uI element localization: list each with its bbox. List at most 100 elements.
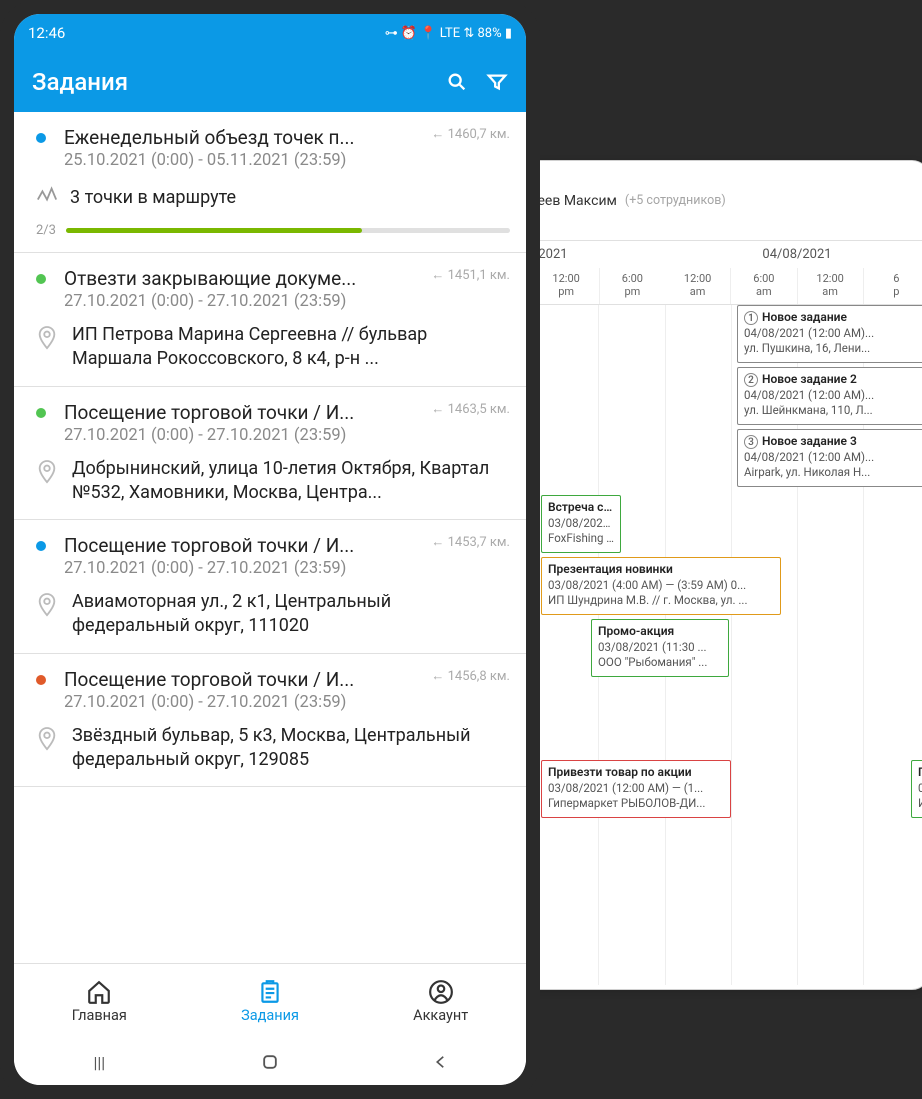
task-date-range: 27.10.2021 (0:00) - 27.10.2021 (23:59) [64,559,413,578]
schedule-event[interactable]: П 0 И [911,760,922,818]
android-home-icon[interactable] [258,1050,282,1074]
task-list[interactable]: Еженедельный объезд точек п... 25.10.202… [14,112,526,963]
task-distance: 1451,1 км. [431,267,510,283]
event-title: Встреча с ... [548,499,614,515]
event-title: 3Новое задание 3 [744,433,920,449]
user-more: (+5 сотрудников) [625,193,726,208]
event-location: ул. Пушкина, 16, Лени... [744,341,920,357]
progress-label: 2/3 [36,223,56,238]
time-cell: 12:00am [665,268,731,304]
task-distance: 1460,7 км. [431,126,510,142]
phone-screen: 12:46 ⊶ ⏰ 📍 LTE ⇅ 88% ▮ Задания Еженедел… [14,14,526,1085]
status-dot [36,541,46,551]
event-date: 04/08/2021 (12:00 AM)... [744,450,920,466]
task-location: Авиамоторная ул., 2 к1, Центральный феде… [72,590,510,639]
task-title: Посещение торговой точки / И... [64,668,413,691]
nav-home-label: Главная [72,1007,127,1024]
task-title: Еженедельный объезд точек п... [64,126,413,149]
event-date: 03/08/2021 (4:00 AM) — (3:59 AM) 0... [548,578,774,594]
status-dot [36,675,46,685]
task-date-range: 27.10.2021 (0:00) - 27.10.2021 (23:59) [64,426,413,445]
event-title: Презентация новинки [548,561,774,577]
schedule-event[interactable]: 1Новое задание 04/08/2021 (12:00 AM)... … [737,305,922,363]
time-cell: 6:00pm [600,268,665,304]
event-title: П [918,764,922,780]
task-date-range: 27.10.2021 (0:00) - 27.10.2021 (23:59) [64,292,413,311]
task-title: Посещение торговой точки / И... [64,401,413,424]
schedule-event[interactable]: Презентация новинки 03/08/2021 (4:00 AM)… [541,557,781,615]
status-time: 12:46 [28,24,65,42]
event-date: 03/08/2021 (12:00 AM) — (1... [548,781,724,797]
event-location: И [918,796,922,812]
nav-account[interactable]: Аккаунт [355,964,526,1039]
event-date: 04/08/2021 (12:00 AM)... [744,388,920,404]
route-text: 3 точки в маршруте [70,187,236,208]
task-item[interactable]: Посещение торговой точки / И... 27.10.20… [14,654,526,788]
task-title: Посещение торговой точки / И... [64,534,413,557]
task-item[interactable]: Посещение торговой точки / И... 27.10.20… [14,520,526,654]
time-cell: 12:00am [798,268,864,304]
event-location: Airpark, ул. Николая Н... [744,465,920,481]
date-label: 04/08/2021 [665,241,922,268]
task-item[interactable]: Еженедельный объезд точек п... 25.10.202… [14,112,526,253]
location-pin-icon [36,592,58,622]
status-dot [36,274,46,284]
location-pin-icon [36,726,58,756]
bottom-nav: Главная Задания Аккаунт [14,963,526,1039]
event-date: 0 [918,781,922,797]
event-title: Привезти товар по акции [548,764,724,780]
page-title: Задания [32,68,428,96]
task-item[interactable]: Посещение торговой точки / И... 27.10.20… [14,387,526,521]
time-cell: 12:00pm [534,268,600,304]
task-location: Добрынинский, улица 10-летия Октября, Кв… [72,457,510,506]
status-indicators: ⊶ ⏰ 📍 LTE ⇅ 88% ▮ [385,26,512,41]
event-date: 03/08/2021 (11:30 ... [598,640,722,656]
nav-home[interactable]: Главная [14,964,185,1039]
event-title: Промо-акция [598,623,722,639]
task-distance: 1453,7 км. [431,534,510,550]
nav-tasks-label: Задания [241,1007,299,1024]
nav-account-label: Аккаунт [413,1007,468,1024]
event-number: 3 [744,435,758,449]
event-location: ИП Шундрина М.В. // г. Москва, ул. ... [548,593,774,609]
progress-bar [66,228,510,233]
event-location: FoxFishing ... [548,531,614,547]
task-title: Отвезти закрывающие докуме... [64,267,413,290]
status-dot [36,133,46,143]
route-icon [36,186,58,209]
event-location: ООО "Рыбомания" ... [598,655,722,671]
event-title: 1Новое задание [744,309,920,325]
nav-tasks[interactable]: Задания [185,964,356,1039]
schedule-event[interactable]: 3Новое задание 3 04/08/2021 (12:00 AM)..… [737,429,922,487]
schedule-event[interactable]: 2Новое задание 2 04/08/2021 (12:00 AM)..… [737,367,922,425]
event-date: 03/08/2021... [548,516,614,532]
schedule-event[interactable]: Промо-акция 03/08/2021 (11:30 ... ООО "Р… [591,619,729,677]
task-distance: 1456,8 км. [431,668,510,684]
task-date-range: 27.10.2021 (0:00) - 27.10.2021 (23:59) [64,693,413,712]
event-number: 1 [744,311,758,325]
search-icon[interactable] [446,71,468,93]
schedule-event[interactable]: Встреча с ... 03/08/2021... FoxFishing .… [541,495,621,553]
phone-frame: 12:46 ⊶ ⏰ 📍 LTE ⇅ 88% ▮ Задания Еженедел… [0,0,540,1099]
time-cell: 6:00am [731,268,797,304]
event-title: 2Новое задание 2 [744,371,920,387]
event-number: 2 [744,373,758,387]
task-location: ИП Петрова Марина Сергеевна // бульвар М… [72,323,510,372]
location-pin-icon [36,459,58,489]
schedule-event[interactable]: Привезти товар по акции 03/08/2021 (12:0… [541,760,731,818]
time-cell: 6p [864,268,922,304]
event-location: ул. Шейнкмана, 110, Л... [744,403,920,419]
task-location: Звёздный бульвар, 5 к3, Москва, Централь… [72,724,510,773]
date-column: 04/08/202112:00am6:00am12:00am6p [665,241,922,304]
status-dot [36,408,46,418]
location-pin-icon [36,325,58,355]
android-nav: ||| [14,1039,526,1085]
task-item[interactable]: Отвезти закрывающие докуме... 27.10.2021… [14,253,526,387]
android-recents-icon[interactable]: ||| [87,1050,111,1074]
app-bar: Задания [14,52,526,112]
filter-icon[interactable] [486,71,508,93]
event-location: Гипермаркет РЫБОЛОВ-ДИ... [548,796,724,812]
status-bar: 12:46 ⊶ ⏰ 📍 LTE ⇅ 88% ▮ [14,14,526,52]
task-date-range: 25.10.2021 (0:00) - 05.11.2021 (23:59) [64,151,413,170]
android-back-icon[interactable] [429,1050,453,1074]
